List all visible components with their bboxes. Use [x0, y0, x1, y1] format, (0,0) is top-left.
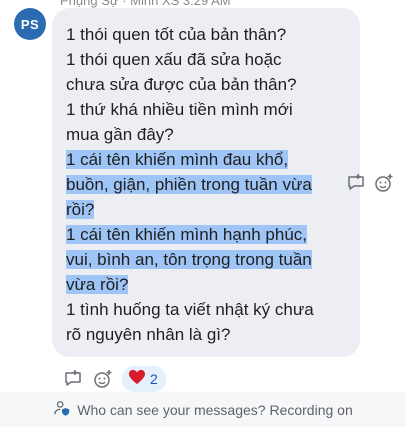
privacy-notice-text: Who can see your messages? Recording on [77, 401, 353, 418]
reply-icon[interactable] [345, 172, 367, 194]
message-line-selected: vừa rồi? [66, 275, 129, 294]
heart-icon [128, 369, 146, 390]
message-reaction-bar: 2 [62, 366, 166, 392]
message-sender-meta: Phụng Sự · Minh XS 3:29 AM [60, 0, 231, 8]
message-line: 1 tình huống ta viết nhật ký chưa [66, 300, 314, 319]
privacy-shield-icon [53, 399, 71, 420]
message-line: 1 thói quen tốt của bản thân? [66, 25, 287, 44]
add-reaction-icon[interactable] [92, 368, 114, 390]
heart-reaction-chip[interactable]: 2 [122, 366, 166, 392]
message-hover-actions [345, 172, 395, 194]
message-line: rõ nguyên nhân là gì? [66, 325, 231, 344]
message-line-selected: vui, bình an, tôn trọng trong tuần [66, 250, 312, 269]
add-reaction-icon[interactable] [373, 172, 395, 194]
sender-avatar[interactable]: PS [14, 8, 46, 40]
message-line: 1 thứ khá nhiều tiền mình mới [66, 100, 293, 119]
message-line: chưa sửa được của bản thân? [66, 75, 297, 94]
reply-icon[interactable] [62, 368, 84, 390]
message-line-selected: 1 cái tên khiến mình đau khổ, [66, 150, 289, 169]
message-line: mua gần đây? [66, 125, 174, 144]
heart-reaction-count: 2 [150, 371, 158, 387]
message-line: 1 thói quen xấu đã sửa hoặc [66, 50, 282, 69]
privacy-notice-bar[interactable]: Who can see your messages? Recording on [0, 392, 406, 427]
message-bubble: 1 thói quen tốt của bản thân? 1 thói que… [52, 8, 360, 357]
message-line-selected: 1 cái tên khiến mình hạnh phúc, [66, 225, 307, 244]
message-line-selected: buồn, giận, phiền trong tuần vừa [66, 175, 312, 194]
message-line-selected: rồi? [66, 200, 95, 219]
